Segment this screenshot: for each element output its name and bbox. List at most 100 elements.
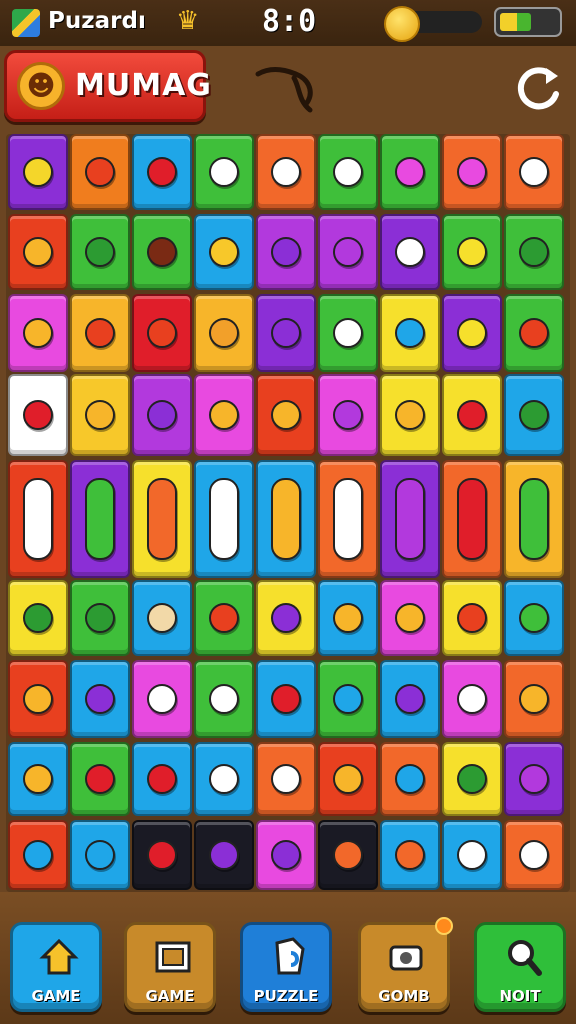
tile-r8-c8[interactable]: [442, 742, 502, 816]
tile-r4-c4[interactable]: [194, 374, 254, 456]
tile-r3-c4[interactable]: [194, 294, 254, 372]
tile-r5-c7[interactable]: [380, 460, 440, 578]
tile-r6-c5[interactable]: [256, 580, 316, 656]
tile-r3-c9[interactable]: [504, 294, 564, 372]
tile-r6-c6[interactable]: [318, 580, 378, 656]
tile-r9-c3[interactable]: [132, 820, 192, 890]
tile-symbol-icon: [457, 237, 487, 267]
tile-symbol-icon: [395, 840, 425, 870]
tile-r1-c5[interactable]: [256, 134, 316, 210]
tile-r4-c9[interactable]: [504, 374, 564, 456]
tile-r9-c4[interactable]: [194, 820, 254, 890]
nav-button-1[interactable]: GAME: [10, 922, 102, 1012]
tile-r3-c6[interactable]: [318, 294, 378, 372]
tile-r8-c6[interactable]: [318, 742, 378, 816]
tile-r8-c9[interactable]: [504, 742, 564, 816]
tile-r2-c8[interactable]: [442, 214, 502, 290]
tile-r5-c2[interactable]: [70, 460, 130, 578]
tile-r3-c1[interactable]: [8, 294, 68, 372]
tile-r7-c7[interactable]: [380, 660, 440, 738]
tile-r5-c8[interactable]: [442, 460, 502, 578]
nav-button-5[interactable]: NOIT: [474, 922, 566, 1012]
tile-r9-c5[interactable]: [256, 820, 316, 890]
tile-r1-c3[interactable]: [132, 134, 192, 210]
tile-r8-c5[interactable]: [256, 742, 316, 816]
tile-symbol-icon: [333, 318, 363, 348]
tile-r9-c6[interactable]: [318, 820, 378, 890]
tile-r4-c8[interactable]: [442, 374, 502, 456]
nav-button-3[interactable]: PUZZLE: [240, 922, 332, 1012]
tile-r5-c4[interactable]: [194, 460, 254, 578]
tile-r2-c1[interactable]: [8, 214, 68, 290]
tile-r8-c4[interactable]: [194, 742, 254, 816]
tile-r7-c4[interactable]: [194, 660, 254, 738]
tile-r7-c6[interactable]: [318, 660, 378, 738]
tile-r4-c3[interactable]: [132, 374, 192, 456]
tile-symbol-icon: [147, 478, 177, 560]
tile-r2-c2[interactable]: [70, 214, 130, 290]
tile-r6-c9[interactable]: [504, 580, 564, 656]
tile-r2-c7[interactable]: [380, 214, 440, 290]
tile-r5-c9[interactable]: [504, 460, 564, 578]
tile-r3-c8[interactable]: [442, 294, 502, 372]
tile-r7-c2[interactable]: [70, 660, 130, 738]
tile-r7-c9[interactable]: [504, 660, 564, 738]
refresh-icon[interactable]: [512, 62, 566, 116]
tile-r6-c7[interactable]: [380, 580, 440, 656]
tile-r1-c4[interactable]: [194, 134, 254, 210]
tile-r8-c2[interactable]: [70, 742, 130, 816]
tile-r9-c7[interactable]: [380, 820, 440, 890]
tile-r2-c3[interactable]: [132, 214, 192, 290]
tile-symbol-icon: [519, 318, 549, 348]
tile-r5-c5[interactable]: [256, 460, 316, 578]
nav-button-4[interactable]: GOMB: [358, 917, 453, 1012]
tile-r5-c3[interactable]: [132, 460, 192, 578]
tile-r6-c3[interactable]: [132, 580, 192, 656]
tile-r1-c6[interactable]: [318, 134, 378, 210]
tile-r9-c8[interactable]: [442, 820, 502, 890]
tile-r8-c3[interactable]: [132, 742, 192, 816]
tile-r6-c1[interactable]: [8, 580, 68, 656]
tile-r3-c5[interactable]: [256, 294, 316, 372]
tile-r6-c2[interactable]: [70, 580, 130, 656]
tile-symbol-icon: [457, 764, 487, 794]
tile-symbol-icon: [209, 157, 239, 187]
tile-r9-c1[interactable]: [8, 820, 68, 890]
tile-r8-c7[interactable]: [380, 742, 440, 816]
tile-r7-c8[interactable]: [442, 660, 502, 738]
tile-r1-c2[interactable]: [70, 134, 130, 210]
tile-r4-c2[interactable]: [70, 374, 130, 456]
tile-r6-c8[interactable]: [442, 580, 502, 656]
tile-r3-c7[interactable]: [380, 294, 440, 372]
tile-r5-c1[interactable]: [8, 460, 68, 578]
tile-symbol-icon: [395, 318, 425, 348]
tile-r7-c5[interactable]: [256, 660, 316, 738]
tile-r7-c1[interactable]: [8, 660, 68, 738]
title-badge[interactable]: ☻ MUMAG: [4, 50, 211, 122]
tile-r3-c2[interactable]: [70, 294, 130, 372]
tile-r2-c5[interactable]: [256, 214, 316, 290]
tile-r8-c1[interactable]: [8, 742, 68, 816]
tile-r2-c9[interactable]: [504, 214, 564, 290]
tile-r9-c2[interactable]: [70, 820, 130, 890]
tile-r3-c3[interactable]: [132, 294, 192, 372]
tile-r1-c9[interactable]: [504, 134, 564, 210]
tile-r1-c8[interactable]: [442, 134, 502, 210]
tile-r6-c4[interactable]: [194, 580, 254, 656]
tile-symbol-icon: [519, 237, 549, 267]
tile-symbol-icon: [85, 400, 115, 430]
tile-r4-c7[interactable]: [380, 374, 440, 456]
tile-r5-c6[interactable]: [318, 460, 378, 578]
tile-r7-c3[interactable]: [132, 660, 192, 738]
tile-r9-c9[interactable]: [504, 820, 564, 890]
nav-button-2[interactable]: GAME: [124, 922, 216, 1012]
tile-r2-c4[interactable]: [194, 214, 254, 290]
tile-r4-c1[interactable]: [8, 374, 68, 456]
tile-r2-c6[interactable]: [318, 214, 378, 290]
tile-r1-c7[interactable]: [380, 134, 440, 210]
tile-symbol-icon: [23, 764, 53, 794]
tile-r4-c6[interactable]: [318, 374, 378, 456]
tile-r4-c5[interactable]: [256, 374, 316, 456]
tile-r1-c1[interactable]: [8, 134, 68, 210]
tile-symbol-icon: [147, 764, 177, 794]
